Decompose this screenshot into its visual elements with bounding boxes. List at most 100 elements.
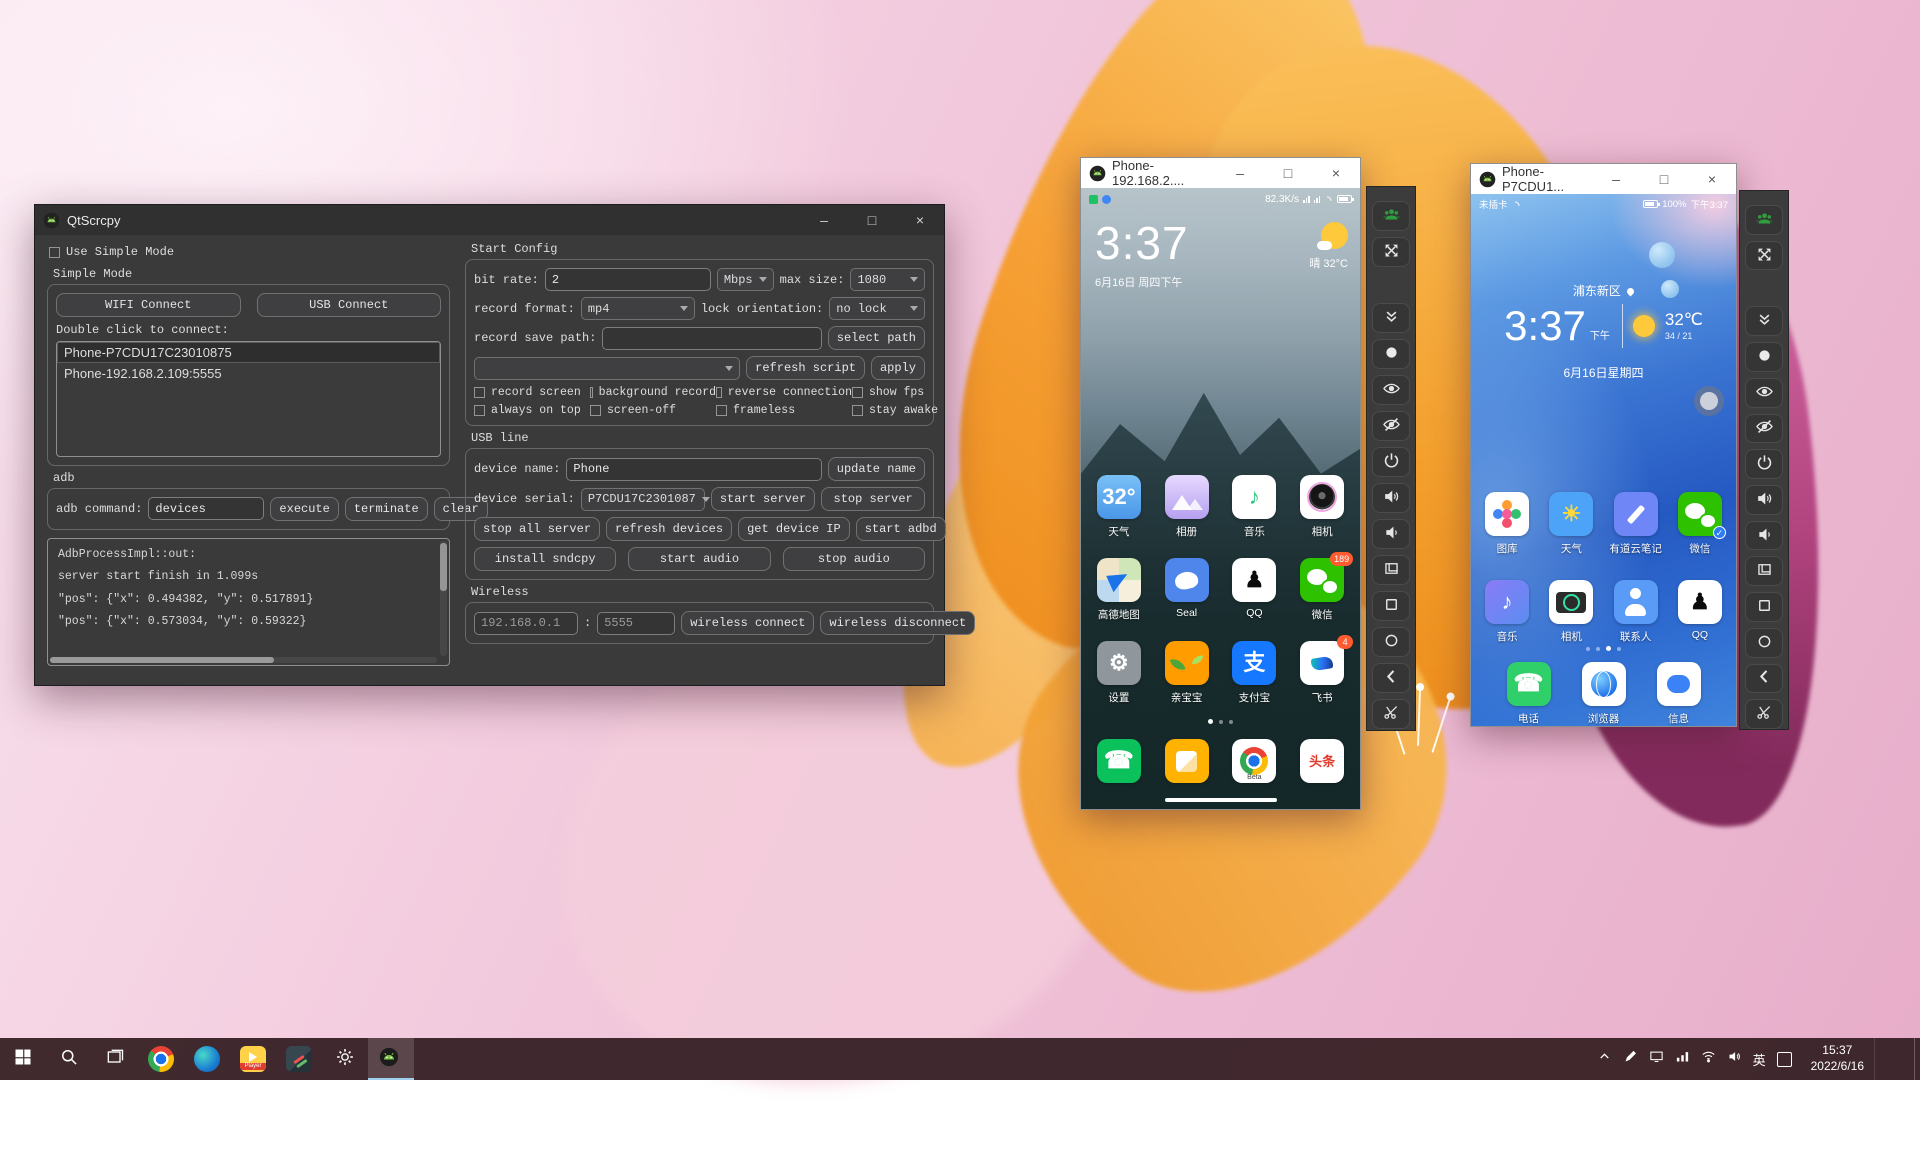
wireless-port-input[interactable] <box>597 612 675 635</box>
menu-button[interactable] <box>1745 592 1783 622</box>
show-desktop-button[interactable] <box>1914 1038 1920 1080</box>
app-高德地图[interactable]: 高德地图 <box>1085 558 1153 641</box>
device-name-input[interactable] <box>566 458 821 481</box>
screen-off-button[interactable] <box>1745 414 1783 444</box>
app-phone-icon[interactable]: ☎ <box>1097 739 1141 783</box>
start-button[interactable] <box>0 1038 46 1080</box>
config-checkbox[interactable]: background record <box>590 386 716 399</box>
app-设置[interactable]: ⚙设置 <box>1085 641 1153 724</box>
close-button[interactable]: × <box>1688 164 1736 194</box>
group-control-button[interactable] <box>1372 201 1410 231</box>
execute-button[interactable]: execute <box>270 497 338 521</box>
phone1-titlebar[interactable]: Phone-192.168.2.... – □ × <box>1081 158 1360 188</box>
refresh-script-button[interactable]: refresh script <box>746 356 865 380</box>
touch-button[interactable] <box>1372 339 1410 369</box>
stop-all-server-button[interactable]: stop all server <box>474 517 600 541</box>
home-indicator-bar[interactable] <box>1165 798 1277 802</box>
taskbar-design-app[interactable] <box>276 1038 322 1080</box>
use-simple-mode-checkbox[interactable]: Use Simple Mode <box>49 245 174 259</box>
app-音乐[interactable]: ♪音乐 <box>1221 475 1289 558</box>
hidden-icons-button[interactable] <box>1597 1049 1612 1069</box>
wifi-icon[interactable] <box>1701 1049 1716 1069</box>
stop-audio-button[interactable]: stop audio <box>783 547 925 571</box>
config-checkbox[interactable]: show fps <box>852 386 938 399</box>
device-list-item[interactable]: Phone-P7CDU17C23010875 <box>57 342 440 363</box>
start-adbd-button[interactable]: start adbd <box>856 517 946 541</box>
volume-down-button[interactable] <box>1745 521 1783 551</box>
refresh-devices-button[interactable]: refresh devices <box>606 517 732 541</box>
screen-on-button[interactable] <box>1372 375 1410 405</box>
minimize-button[interactable]: – <box>1216 158 1264 188</box>
config-checkbox[interactable]: frameless <box>716 404 852 417</box>
config-checkbox[interactable]: reverse connection <box>716 386 852 399</box>
app-支付宝[interactable]: 支支付宝 <box>1221 641 1289 724</box>
start-audio-button[interactable]: start audio <box>628 547 770 571</box>
volume-up-button[interactable] <box>1745 485 1783 515</box>
ime-mode-icon[interactable] <box>1777 1052 1792 1067</box>
qtscrcpy-titlebar[interactable]: QtScrcpy – □ × <box>35 205 944 235</box>
app-switch-button[interactable] <box>1745 556 1783 586</box>
adb-command-input[interactable] <box>148 497 264 520</box>
app-联系人[interactable]: 联系人 <box>1604 580 1668 668</box>
screenshot-button[interactable] <box>1372 699 1410 729</box>
wireless-connect-button[interactable]: wireless connect <box>681 611 814 635</box>
log-vertical-scrollbar[interactable] <box>440 541 447 656</box>
app-亲宝宝[interactable]: 亲宝宝 <box>1153 641 1221 724</box>
power-button[interactable] <box>1372 447 1410 477</box>
app-toutiao-icon[interactable]: 头条 <box>1300 739 1344 783</box>
wireless-disconnect-button[interactable]: wireless disconnect <box>820 611 975 635</box>
power-button[interactable] <box>1745 449 1783 479</box>
task-view-button[interactable] <box>92 1038 138 1080</box>
action-center-button[interactable] <box>1874 1038 1914 1080</box>
max-size-select[interactable]: 1080 <box>850 268 925 291</box>
terminate-button[interactable]: terminate <box>345 497 428 521</box>
back-button[interactable] <box>1372 663 1410 693</box>
volume-down-button[interactable] <box>1372 519 1410 549</box>
screenshot-button[interactable] <box>1745 699 1783 729</box>
app-相机[interactable]: 相机 <box>1539 580 1603 668</box>
fullscreen-button[interactable] <box>1745 241 1783 271</box>
minimize-button[interactable]: – <box>1592 164 1640 194</box>
app-图库[interactable]: 图库 <box>1475 492 1539 580</box>
record-format-select[interactable]: mp4 <box>581 297 695 320</box>
device-list[interactable]: Phone-P7CDU17C23010875Phone-192.168.2.10… <box>56 341 441 457</box>
expand-notifications-button[interactable] <box>1745 306 1783 336</box>
pen-icon[interactable] <box>1623 1049 1638 1069</box>
network-icon[interactable] <box>1675 1049 1690 1069</box>
record-save-path-input[interactable] <box>602 327 821 350</box>
config-checkbox[interactable]: record screen <box>474 386 590 399</box>
group-control-button[interactable] <box>1745 205 1783 235</box>
select-path-button[interactable]: select path <box>828 326 925 350</box>
home-button[interactable] <box>1372 627 1410 657</box>
app-天气[interactable]: ☀天气 <box>1539 492 1603 580</box>
install-sndcpy-button[interactable]: install sndcpy <box>474 547 616 571</box>
stop-server-button[interactable]: stop server <box>821 487 925 511</box>
app-相机[interactable]: 相机 <box>1288 475 1356 558</box>
maximize-button[interactable]: □ <box>848 205 896 235</box>
app-QQ[interactable]: ♟QQ <box>1668 580 1732 668</box>
app-电话[interactable]: ☎电话 <box>1507 662 1551 726</box>
taskbar-chrome[interactable] <box>138 1038 184 1080</box>
search-button[interactable] <box>46 1038 92 1080</box>
phone1-screen[interactable]: 82.3K/s 3:37 6月16日 周四下午 晴 32°C 32°天气相册♪音… <box>1081 188 1360 809</box>
language-indicator[interactable]: 英 <box>1753 1050 1766 1069</box>
app-switch-button[interactable] <box>1372 555 1410 585</box>
app-Seal[interactable]: Seal <box>1153 558 1221 641</box>
app-浏览器[interactable]: 浏览器 <box>1582 662 1626 726</box>
minimize-button[interactable]: – <box>800 205 848 235</box>
adb-log-output[interactable]: AdbProcessImpl::out:server start finish … <box>47 538 450 666</box>
fullscreen-button[interactable] <box>1372 237 1410 267</box>
app-飞书[interactable]: 4飞书 <box>1288 641 1356 724</box>
config-checkbox[interactable]: stay awake <box>852 404 938 417</box>
usb-connect-button[interactable]: USB Connect <box>257 293 442 317</box>
volume-icon[interactable] <box>1727 1049 1742 1069</box>
app-有道云笔记[interactable]: 有道云笔记 <box>1604 492 1668 580</box>
app-messages-icon[interactable] <box>1165 739 1209 783</box>
update-name-button[interactable]: update name <box>828 457 925 481</box>
app-相册[interactable]: 相册 <box>1153 475 1221 558</box>
app-天气[interactable]: 32°天气 <box>1085 475 1153 558</box>
taskbar-clock[interactable]: 15:37 2022/6/16 <box>1811 1043 1864 1074</box>
lock-orientation-select[interactable]: no lock <box>829 297 925 320</box>
assistive-touch-ball[interactable] <box>1694 386 1724 416</box>
touch-button[interactable] <box>1745 342 1783 372</box>
